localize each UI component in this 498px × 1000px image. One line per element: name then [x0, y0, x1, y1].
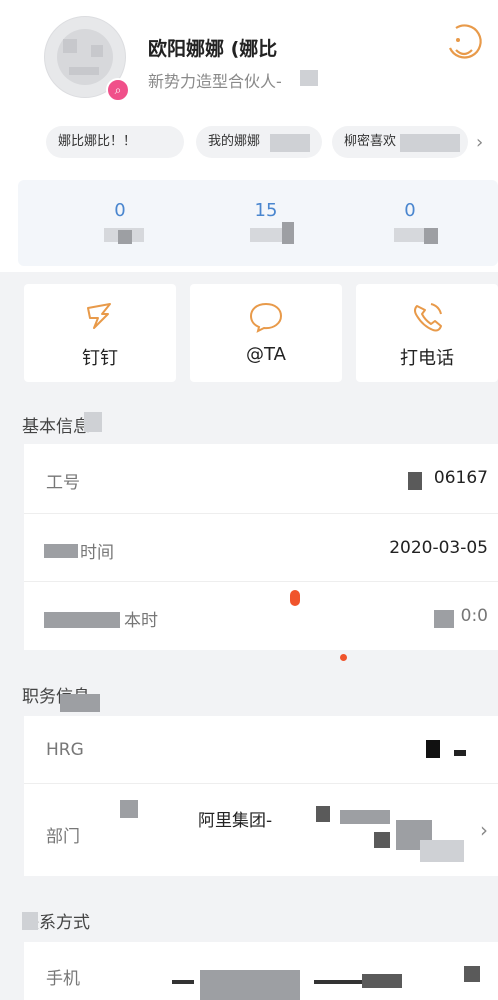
mosaic-blur: [200, 970, 300, 1000]
info-row-local-time[interactable]: 本时 0:0: [24, 582, 498, 650]
phone-icon: [414, 303, 442, 332]
row-value: 2020-03-05: [389, 538, 488, 558]
info-row-department[interactable]: 部门 阿里集团- ›: [24, 784, 498, 876]
mosaic-blur: [454, 750, 466, 756]
row-key: HRG: [46, 740, 84, 760]
profile-header: ⌕ 欧阳娜娜 (娜比 新势力造型合伙人- 娜比娜比！！ 我的娜娜 柳密喜欢 › …: [0, 0, 498, 272]
mosaic-blur: [434, 610, 454, 628]
avatar-mosaic: [69, 67, 99, 75]
mosaic-blur: [300, 70, 318, 86]
row-key: 部门: [46, 827, 80, 847]
contact-card: 手机: [24, 942, 498, 1000]
row-key: 手机: [46, 969, 80, 989]
info-row-employee-id[interactable]: 工号 06167: [24, 444, 498, 514]
tag-chip[interactable]: 娜比娜比！！: [46, 126, 184, 158]
stats-panel: 0 15 0: [18, 180, 498, 266]
row-value: 阿里集团-: [198, 811, 273, 831]
smile-icon[interactable]: [438, 18, 490, 70]
row-key: 时间: [80, 543, 114, 563]
profile-name: 欧阳娜娜 (娜比: [148, 38, 278, 60]
mosaic-blur: [400, 134, 460, 152]
mosaic-blur: [426, 740, 440, 758]
stat-value[interactable]: 0: [380, 200, 440, 221]
mosaic-blur: [316, 806, 330, 822]
mosaic-blur: [314, 980, 364, 984]
chat-bubble-icon: [249, 302, 283, 333]
avatar-mosaic: [63, 39, 77, 53]
at-ta-label: @TA: [246, 344, 286, 365]
row-value: 0:0: [460, 606, 488, 626]
mosaic-blur: [60, 694, 100, 712]
mosaic-blur: [44, 612, 120, 628]
avatar-face: [57, 29, 113, 85]
mosaic-blur: [84, 412, 102, 432]
mosaic-blur: [172, 980, 194, 984]
mosaic-blur: [282, 222, 294, 244]
row-value: 06167: [433, 468, 488, 488]
tag-label: 柳密喜欢: [344, 134, 397, 149]
mosaic-blur: [424, 228, 438, 244]
profile-subtitle: 新势力造型合伙人-: [148, 72, 282, 91]
job-info-card: HRG 部门 阿里集团- ›: [24, 716, 498, 876]
basic-info-card: 工号 06167 时间 2020-03-05 本时 0:0: [24, 444, 498, 650]
call-button[interactable]: 打电话: [356, 284, 498, 382]
tag-label: 我的娜娜: [208, 134, 261, 149]
mosaic-blur: [44, 544, 78, 558]
mosaic-blur: [270, 134, 310, 152]
mosaic-blur: [22, 912, 38, 930]
dingtalk-label: 钉钉: [82, 348, 118, 369]
dingtalk-button[interactable]: 钉钉: [24, 284, 176, 382]
stat-value[interactable]: 0: [90, 200, 150, 221]
info-row-hrg[interactable]: HRG: [24, 716, 498, 784]
call-label: 打电话: [400, 348, 454, 369]
stat-value[interactable]: 15: [236, 200, 296, 221]
tag-label: 娜比娜比！！: [58, 134, 137, 149]
mosaic-blur: [408, 472, 422, 490]
mosaic-blur: [420, 840, 464, 862]
mosaic-blur: [374, 832, 390, 848]
chevron-right-icon[interactable]: ›: [476, 132, 483, 153]
mosaic-blur: [464, 966, 480, 982]
row-key: 本时: [124, 611, 158, 631]
at-ta-button[interactable]: @TA: [190, 284, 342, 382]
mosaic-blur: [362, 974, 402, 988]
info-row-join-date[interactable]: 时间 2020-03-05: [24, 514, 498, 582]
avatar-mosaic: [91, 45, 103, 57]
row-key: 工号: [46, 473, 80, 493]
search-icon[interactable]: ⌕: [106, 78, 130, 102]
mosaic-blur: [340, 810, 390, 824]
orange-marker: [290, 590, 300, 606]
info-row-phone[interactable]: 手机: [24, 942, 498, 1000]
mosaic-blur: [118, 230, 132, 244]
orange-marker: [340, 654, 347, 661]
chevron-right-icon[interactable]: ›: [480, 818, 488, 842]
mosaic-blur: [120, 800, 138, 818]
section-basic-info-title: 基本信息: [22, 417, 90, 437]
dingtalk-wing-icon: [87, 303, 111, 329]
